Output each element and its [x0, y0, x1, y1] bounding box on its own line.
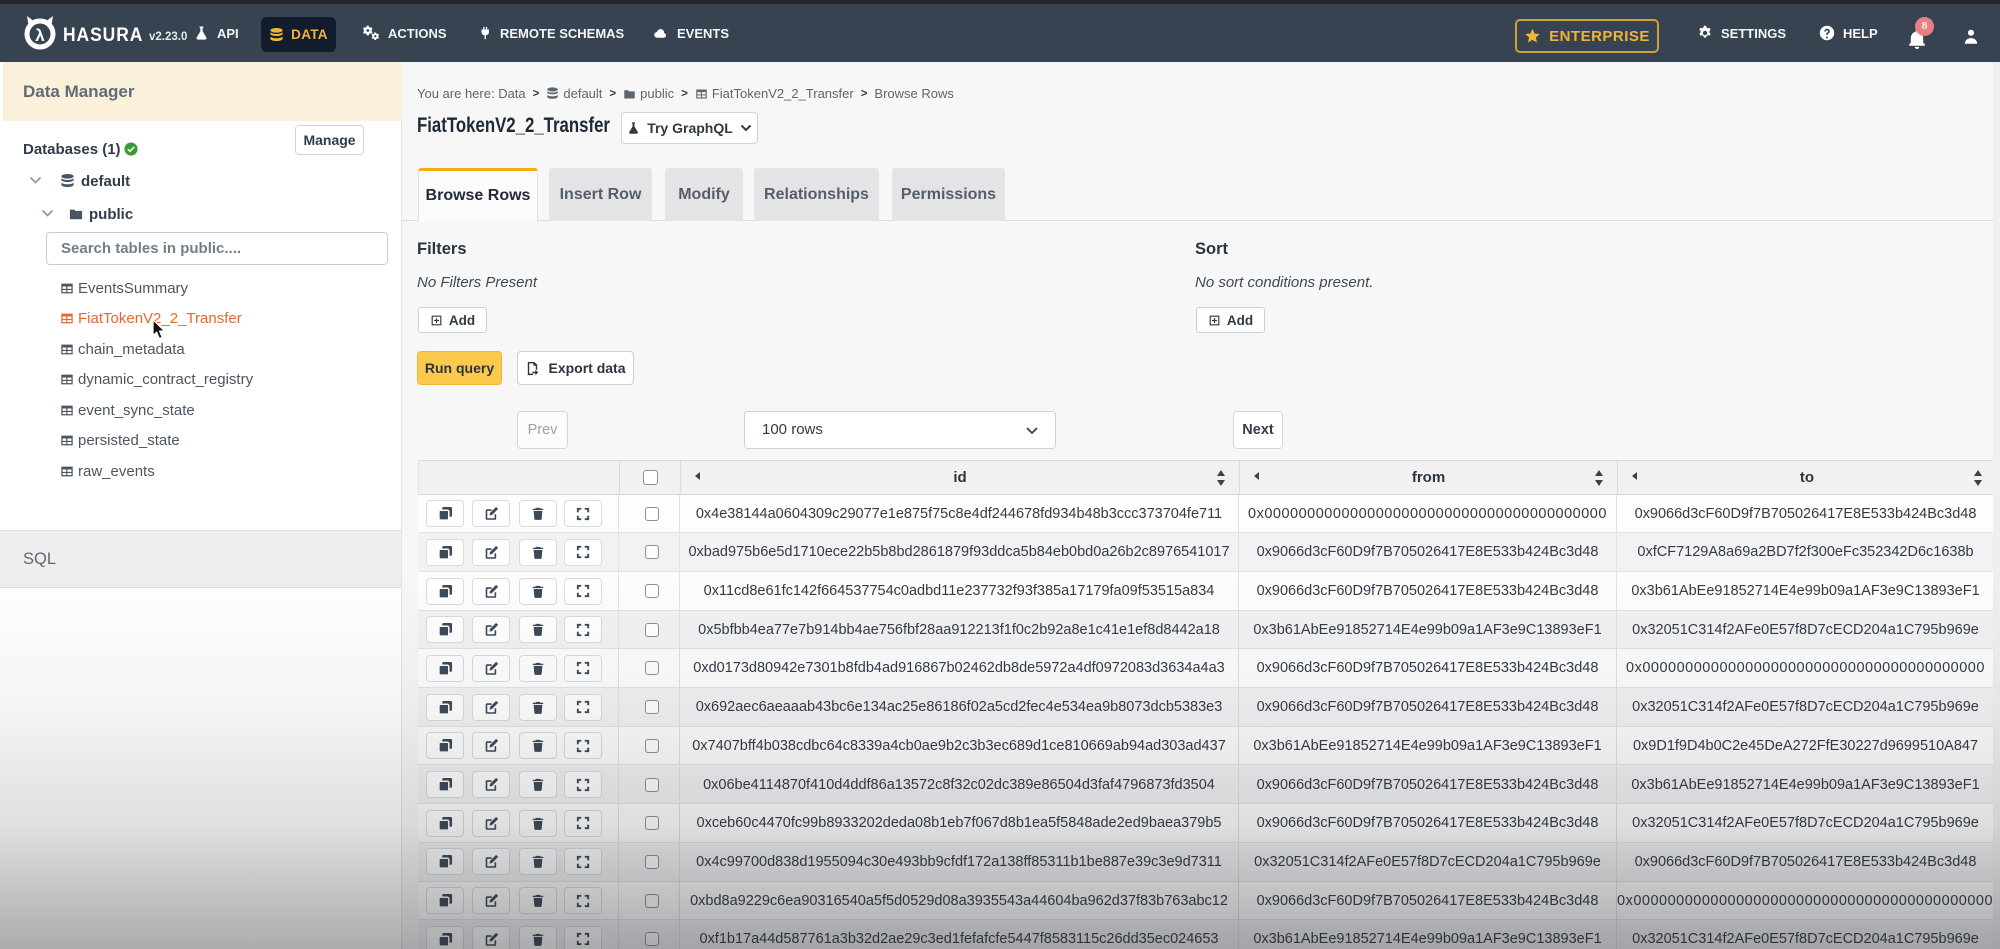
svg-text:λ: λ: [35, 26, 45, 45]
